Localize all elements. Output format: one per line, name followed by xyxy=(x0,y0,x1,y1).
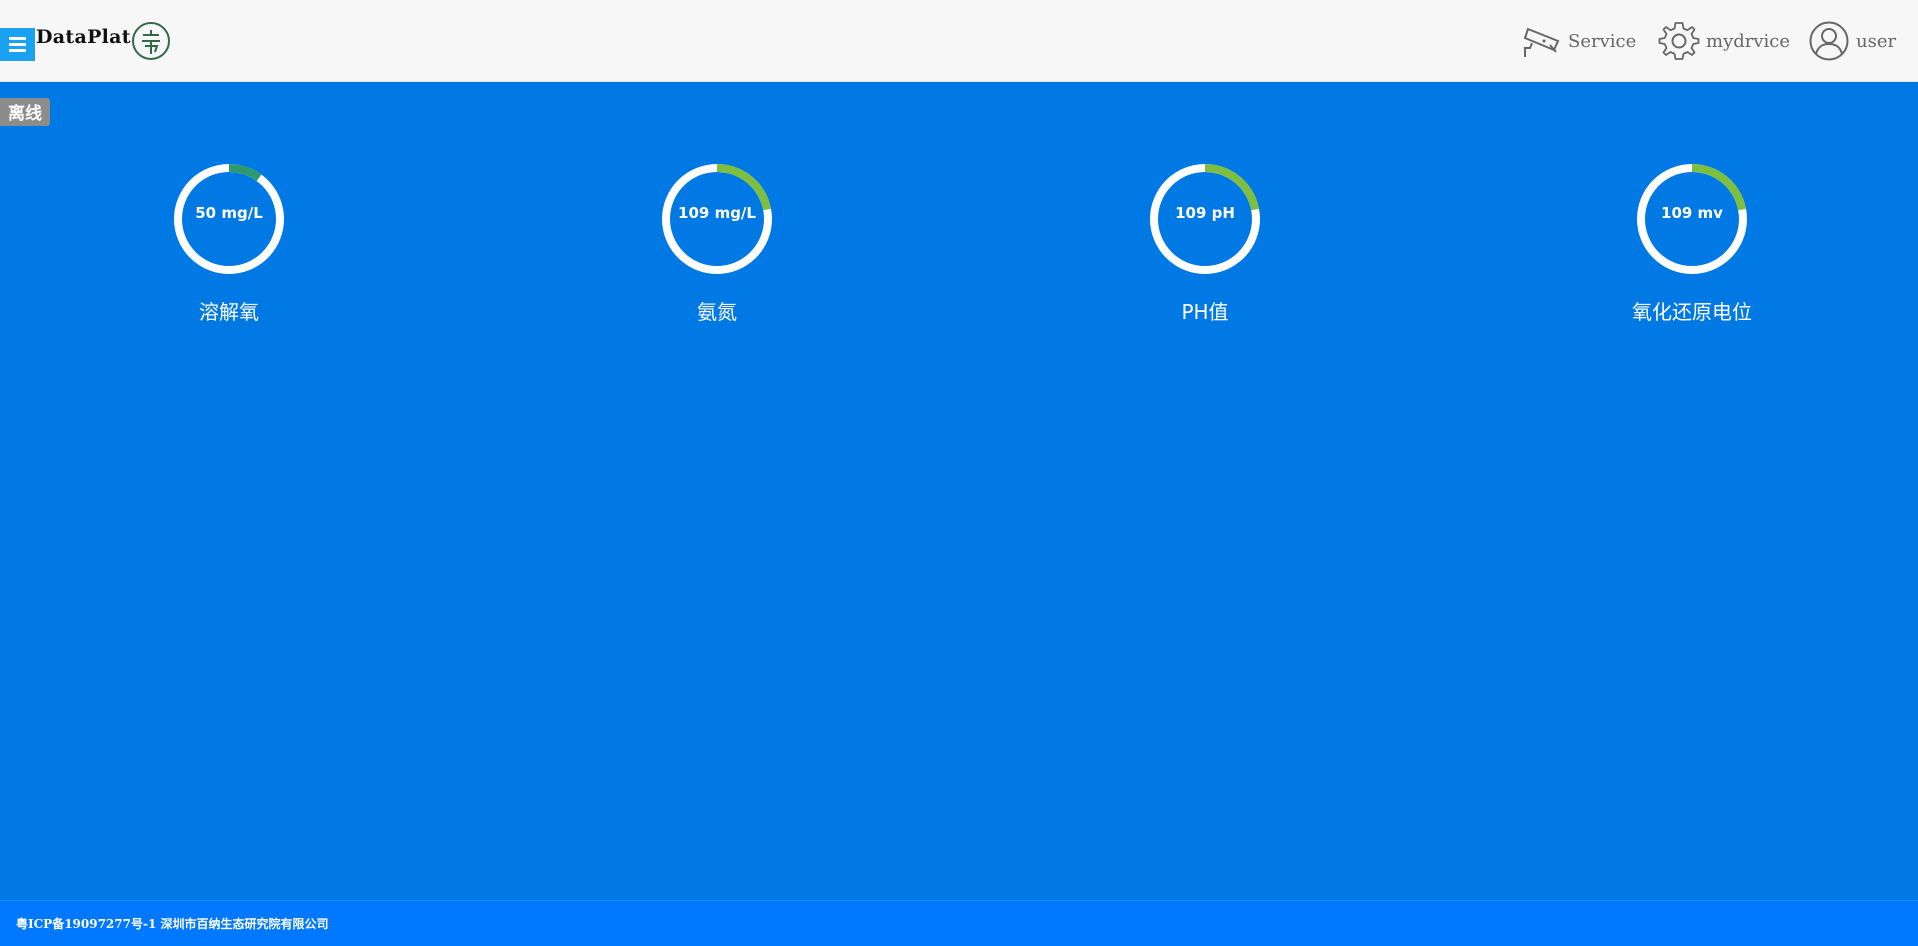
gauge-ammonia-nitrogen: 109 mg/L 氨氮 xyxy=(597,150,837,330)
gauge-panel: 50 mg/L 溶解氧 109 mg/L 氨氮 109 pH PH值 109 m… xyxy=(0,150,1918,330)
gauge-value: 109 pH xyxy=(1175,204,1235,222)
nav-service-label: Service xyxy=(1568,30,1637,52)
gauge-value: 50 mg/L xyxy=(195,204,263,222)
gauge-value: 109 mv xyxy=(1661,204,1723,222)
gauge-value: 109 mg/L xyxy=(678,204,756,222)
gauge-label: 溶解氧 xyxy=(199,300,259,324)
gauge-orp: 109 mv 氧化还原电位 xyxy=(1572,150,1812,330)
gear-icon xyxy=(1658,22,1700,60)
gauge-dissolved-oxygen: 50 mg/L 溶解氧 xyxy=(109,150,349,330)
footer-icp-text[interactable]: 粤ICP备19097277号-1 深圳市百纳生态研究院有限公司 xyxy=(16,915,329,932)
nav-mydrvice-label: mydrvice xyxy=(1706,30,1791,52)
gauge-label: 氨氮 xyxy=(697,300,737,324)
camera-icon xyxy=(1523,27,1560,57)
nav-user[interactable]: user xyxy=(1808,20,1896,62)
gauge-label: PH值 xyxy=(1181,300,1229,324)
nav-mydrvice[interactable]: mydrvice xyxy=(1658,20,1790,62)
top-navbar: DataPlat Service mydrvice user xyxy=(0,0,1918,82)
brand-name[interactable]: DataPlat xyxy=(36,26,131,48)
gauge-label: 氧化还原电位 xyxy=(1632,300,1752,324)
status-badge: 离线 xyxy=(0,98,50,126)
user-icon xyxy=(1809,21,1849,61)
menu-toggle-button[interactable] xyxy=(0,28,35,61)
brand-logo-icon xyxy=(132,22,170,60)
footer: 粤ICP备19097277号-1 深圳市百纳生态研究院有限公司 xyxy=(0,900,1918,946)
nav-service[interactable]: Service xyxy=(1520,20,1636,62)
nav-user-label: user xyxy=(1856,30,1897,52)
gauge-ph: 109 pH PH值 xyxy=(1085,150,1325,330)
